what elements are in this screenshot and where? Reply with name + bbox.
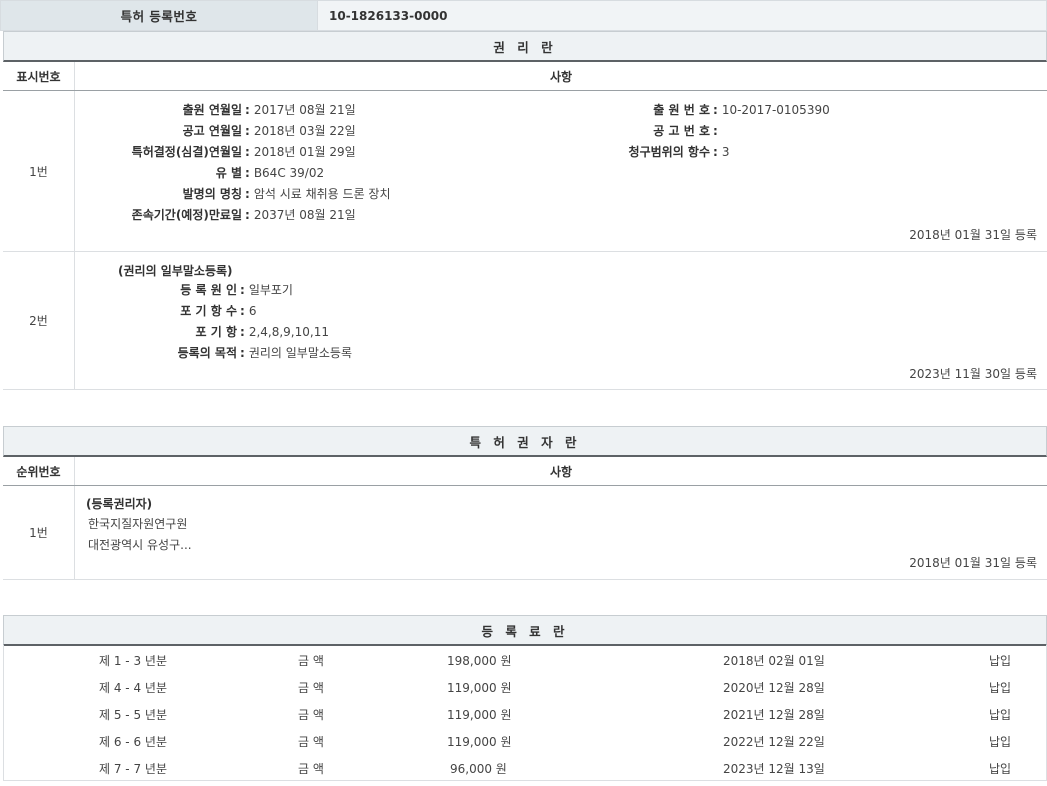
field-application-date: 출원 연월일:2017년 08월 21일 bbox=[95, 99, 356, 120]
fee-period: 제 7 - 7 년분 bbox=[99, 760, 167, 777]
fee-payment-date: 2023년 12월 13일 bbox=[723, 760, 825, 777]
registration-date: 2023년 11월 30일 등록 bbox=[909, 365, 1037, 382]
holder-address: 대전광역시 유성구... bbox=[88, 536, 192, 553]
fee-row: 제 7 - 7 년분 금 액 96,000 원 2023년 12월 13일 납입 bbox=[4, 754, 1047, 781]
rights-row-1: 1번 출원 연월일:2017년 08월 21일 공고 연월일:2018년 03월… bbox=[3, 91, 1047, 252]
field-application-number: 출 원 번 호:10-2017-0105390 bbox=[575, 99, 830, 120]
holders-section-header: 특 허 권 자 란 bbox=[3, 426, 1047, 457]
fee-period: 제 1 - 3 년분 bbox=[99, 652, 167, 669]
fee-period: 제 6 - 6 년분 bbox=[99, 733, 167, 750]
rights-row-body: 출원 연월일:2017년 08월 21일 공고 연월일:2018년 03월 22… bbox=[75, 91, 1047, 251]
fee-row: 제 5 - 5 년분 금 액 119,000 원 2021년 12월 28일 납… bbox=[4, 700, 1047, 727]
rights-col-content: 사항 bbox=[75, 62, 1047, 90]
field-claims-count: 청구범위의 항수:3 bbox=[575, 141, 729, 162]
field-registration-cause: 등 록 원 인:일부포기 bbox=[95, 279, 293, 300]
field-decision-date: 특허결정(심결)연월일:2018년 01월 29일 bbox=[95, 141, 356, 162]
field-invention-title: 발명의 명칭:암석 시료 채취용 드론 장치 bbox=[95, 183, 391, 204]
fee-status: 납입 bbox=[989, 652, 1011, 669]
rights-row-body: (권리의 일부말소등록) 등 록 원 인:일부포기 포 기 항 수:6 포 기 … bbox=[75, 252, 1047, 389]
rights-column-header: 표시번호 사항 bbox=[3, 62, 1047, 91]
fee-status: 납입 bbox=[989, 760, 1011, 777]
fee-row: 제 6 - 6 년분 금 액 119,000 원 2022년 12월 22일 납… bbox=[4, 727, 1047, 754]
field-expiration-date: 존속기간(예정)만료일:2037년 08월 21일 bbox=[95, 204, 356, 225]
fee-amount: 119,000 원 bbox=[447, 733, 511, 750]
fee-amount: 119,000 원 bbox=[447, 679, 511, 696]
rights-section-header: 권 리 란 bbox=[3, 31, 1047, 62]
fee-amount: 96,000 원 bbox=[450, 760, 507, 777]
holders-col-content: 사항 bbox=[75, 457, 1047, 485]
holders-row-1: 1번 (등록권리자) 한국지질자원연구원 대전광역시 유성구... 2018년 … bbox=[3, 486, 1047, 580]
rights-row-number: 2번 bbox=[3, 252, 75, 389]
fee-payment-date: 2020년 12월 28일 bbox=[723, 679, 825, 696]
field-publication-number: 공 고 번 호: bbox=[575, 120, 722, 141]
fee-amount: 119,000 원 bbox=[447, 706, 511, 723]
fees-section-header: 등 록 료 란 bbox=[3, 615, 1047, 646]
fee-row: 제 4 - 4 년분 금 액 119,000 원 2020년 12월 28일 납… bbox=[4, 673, 1047, 700]
fee-row: 제 1 - 3 년분 금 액 198,000 원 2018년 02월 01일 납… bbox=[4, 646, 1047, 673]
holders-row-body: (등록권리자) 한국지질자원연구원 대전광역시 유성구... 2018년 01월… bbox=[75, 486, 1047, 579]
holders-col-rank: 순위번호 bbox=[3, 457, 75, 485]
field-waived-claims: 포 기 항:2,4,8,9,10,11 bbox=[95, 321, 329, 342]
field-waived-claims-count: 포 기 항 수:6 bbox=[95, 300, 256, 321]
registered-holder-subtitle: (등록권리자) bbox=[86, 495, 152, 512]
holders-row-number: 1번 bbox=[3, 486, 75, 579]
fee-payment-date: 2018년 02월 01일 bbox=[723, 652, 825, 669]
fee-status: 납입 bbox=[989, 733, 1011, 750]
rights-row-number: 1번 bbox=[3, 91, 75, 251]
fee-amount-label: 금 액 bbox=[298, 652, 324, 669]
fee-amount-label: 금 액 bbox=[298, 679, 324, 696]
field-classification: 유 별:B64C 39/02 bbox=[95, 162, 324, 183]
fee-status: 납입 bbox=[989, 679, 1011, 696]
fee-period: 제 4 - 4 년분 bbox=[99, 679, 167, 696]
rights-col-number: 표시번호 bbox=[3, 62, 75, 90]
field-registration-purpose: 등록의 목적:권리의 일부말소등록 bbox=[95, 342, 352, 363]
registration-number-value: 10-1826133-0000 bbox=[318, 1, 448, 30]
holders-column-header: 순위번호 사항 bbox=[3, 457, 1047, 486]
fee-amount-label: 금 액 bbox=[298, 760, 324, 777]
fee-period: 제 5 - 5 년분 bbox=[99, 706, 167, 723]
registration-date: 2018년 01월 31일 등록 bbox=[909, 226, 1037, 243]
fee-payment-date: 2021년 12월 28일 bbox=[723, 706, 825, 723]
patent-registration-number-bar: 특허 등록번호 10-1826133-0000 bbox=[0, 0, 1047, 31]
registration-number-label: 특허 등록번호 bbox=[1, 1, 318, 30]
rights-row-2: 2번 (권리의 일부말소등록) 등 록 원 인:일부포기 포 기 항 수:6 포… bbox=[3, 252, 1047, 390]
fee-status: 납입 bbox=[989, 706, 1011, 723]
fee-payment-date: 2022년 12월 22일 bbox=[723, 733, 825, 750]
field-publication-date: 공고 연월일:2018년 03월 22일 bbox=[95, 120, 356, 141]
fee-amount-label: 금 액 bbox=[298, 733, 324, 750]
fee-amount: 198,000 원 bbox=[447, 652, 511, 669]
holder-name: 한국지질자원연구원 bbox=[88, 515, 187, 532]
partial-cancellation-subtitle: (권리의 일부말소등록) bbox=[118, 262, 233, 279]
fee-amount-label: 금 액 bbox=[298, 706, 324, 723]
fees-table: 제 1 - 3 년분 금 액 198,000 원 2018년 02월 01일 납… bbox=[3, 645, 1047, 781]
registration-date: 2018년 01월 31일 등록 bbox=[909, 554, 1037, 571]
